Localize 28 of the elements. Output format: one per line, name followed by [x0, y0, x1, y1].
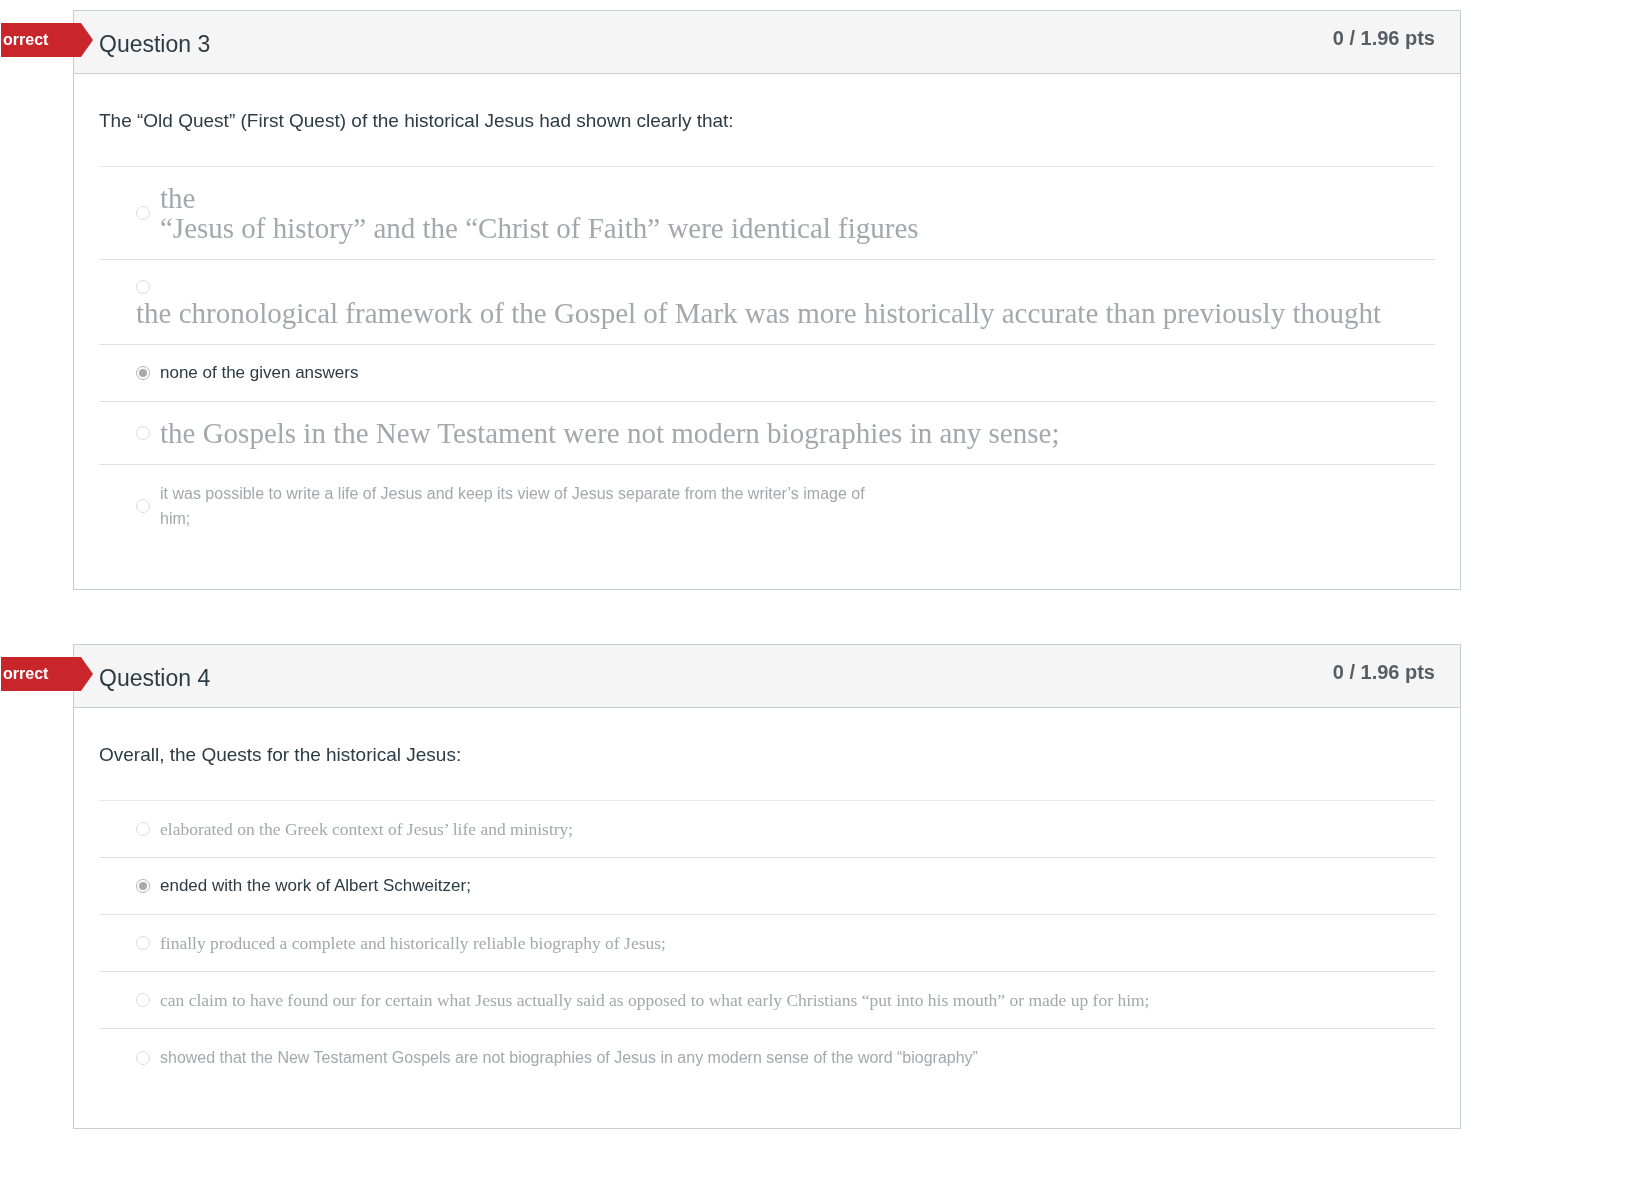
question-title: Question 4 — [99, 665, 211, 692]
answer-text: ended with the work of Albert Schweitzer; — [160, 875, 471, 897]
points-score: 0 / 1.96 pts — [1332, 661, 1435, 684]
radio-button[interactable] — [136, 1050, 150, 1065]
radio-button[interactable] — [136, 206, 150, 220]
radio-button[interactable] — [136, 280, 150, 294]
question-text: The “Old Quest” (First Quest) of the historical Jesus had shown clearly that: — [99, 110, 735, 132]
points-score: 0 / 1.96 pts — [1332, 27, 1435, 50]
question-text: Overall, the Quests for the historical Jesus: — [99, 744, 463, 766]
radio-button[interactable] — [136, 426, 150, 440]
answer-text: elaborated on the Greek context of Jesus’ life and ministry; — [160, 818, 574, 841]
radio-button[interactable] — [136, 822, 150, 836]
radio-button[interactable] — [136, 993, 150, 1007]
answer-text: the chronological framework of the Gospel of Mark was more historically accurate than previously thought — [136, 298, 1381, 328]
radio-button[interactable] — [136, 936, 150, 950]
answer-text: can claim to have found our for certain what Jesus actually said as opposed to what early Christians “put into his mouth” or made up for him; — [160, 989, 1150, 1012]
answer-text: none of the given answers — [160, 362, 359, 384]
radio-button[interactable] — [136, 879, 150, 893]
answer-text: it was possible to write a life of Jesus and keep its view of Jesus separate from the writer’s image of him; — [160, 484, 865, 529]
radio-button[interactable] — [136, 499, 150, 513]
answer-text: showed that the New Testament Gospels are not biographies of Jesus in any modern sense of the word “biography” — [160, 1048, 978, 1068]
answer-text: the Gospels in the New Testament were not modern biographies in any sense; — [160, 418, 1060, 448]
incorrect-ribbon: orrect — [1, 23, 93, 57]
answer-text: finally produced a complete and historically reliable biography of Jesus; — [160, 932, 666, 955]
incorrect-ribbon: orrect — [1, 657, 93, 691]
answer-text: the “Jesus of history” and the “Christ of Faith” were identical figures — [160, 183, 919, 243]
question-title: Question 3 — [99, 31, 211, 58]
radio-button[interactable] — [136, 366, 150, 380]
